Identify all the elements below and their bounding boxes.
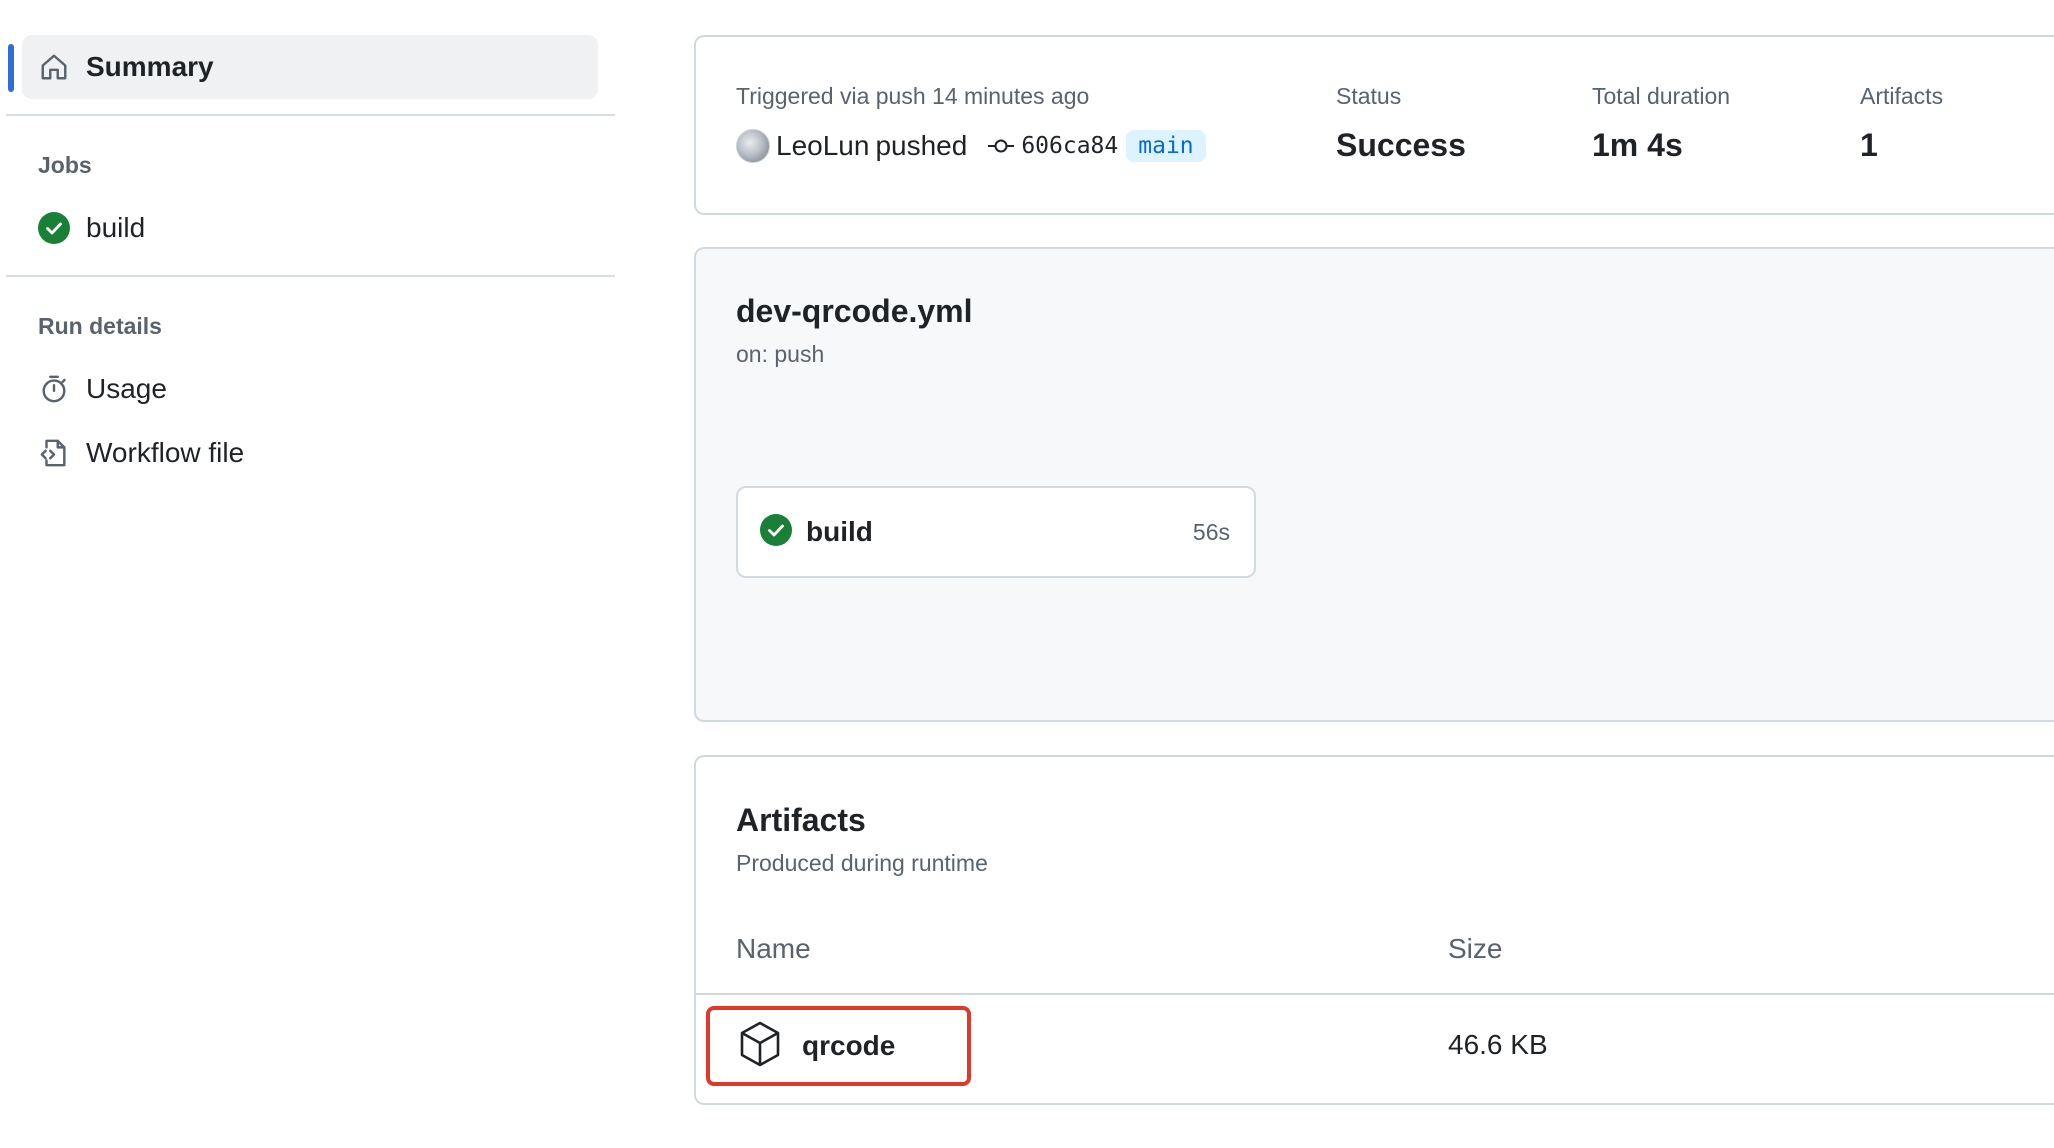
sidebar-item-job-build[interactable]: build	[22, 200, 598, 256]
workflow-graph-card: dev-qrcode.yml on: push build 56s	[694, 247, 2054, 722]
artifact-size: 46.6 KB	[1448, 1029, 1548, 1060]
package-icon	[738, 1020, 782, 1073]
avatar[interactable]	[736, 129, 770, 163]
job-duration: 56s	[1192, 518, 1230, 545]
artifacts-card: Artifacts Produced during runtime Name S…	[694, 755, 2054, 1105]
artifacts-count-label: Artifacts	[1860, 83, 1944, 109]
branch-badge[interactable]: main	[1126, 130, 1206, 162]
run-summary-card: Triggered via push 14 minutes ago LeoLun…	[694, 35, 2054, 215]
trigger-text: Triggered via push 14 minutes ago	[736, 83, 1090, 109]
active-nav-indicator	[8, 44, 14, 92]
sidebar-item-label: Usage	[86, 373, 167, 404]
sidebar: Summary Jobs build Run details Usage Wor…	[0, 0, 615, 1148]
column-header-name: Name	[736, 933, 811, 964]
status-label: Status	[1336, 83, 1402, 109]
workflow-trigger: on: push	[736, 341, 825, 367]
sidebar-item-usage[interactable]: Usage	[22, 361, 598, 417]
push-action: pushed	[875, 130, 968, 161]
sidebar-divider	[6, 114, 615, 116]
workflow-file-name: dev-qrcode.yml	[736, 293, 973, 329]
jobs-heading: Jobs	[38, 152, 92, 178]
artifacts-count-value: 1	[1860, 127, 1878, 163]
stopwatch-icon	[22, 374, 86, 404]
column-header-size: Size	[1448, 933, 1503, 964]
home-icon	[22, 52, 86, 82]
status-value: Success	[1336, 127, 1466, 163]
success-check-icon	[22, 212, 86, 244]
workflow-run-page: Summary Jobs build Run details Usage Wor…	[0, 0, 2054, 1148]
artifacts-subtitle: Produced during runtime	[736, 850, 988, 876]
duration-label: Total duration	[1592, 83, 1731, 109]
sidebar-item-workflow-file[interactable]: Workflow file	[22, 425, 598, 481]
sidebar-item-summary[interactable]: Summary	[22, 35, 598, 99]
git-commit-icon	[987, 136, 1015, 156]
commit-sha-link[interactable]: 606ca84	[1021, 133, 1118, 159]
artifacts-title: Artifacts	[736, 802, 866, 838]
duration-value: 1m 4s	[1592, 127, 1683, 163]
sidebar-item-label: build	[86, 212, 146, 243]
trigger-details: LeoLun pushed 606ca84 main	[736, 129, 1206, 163]
job-name: build	[806, 516, 873, 547]
run-details-heading: Run details	[38, 313, 162, 339]
table-divider	[696, 993, 2054, 995]
artifact-name: qrcode	[802, 1030, 896, 1061]
file-code-icon	[22, 438, 86, 468]
sidebar-item-label: Workflow file	[86, 437, 245, 468]
artifact-download-link[interactable]: qrcode	[706, 1006, 971, 1086]
sidebar-item-label: Summary	[86, 51, 214, 82]
sidebar-divider	[6, 275, 615, 277]
job-node-build[interactable]: build 56s	[736, 486, 1256, 578]
success-check-icon	[760, 513, 792, 551]
actor-name[interactable]: LeoLun	[776, 130, 869, 162]
